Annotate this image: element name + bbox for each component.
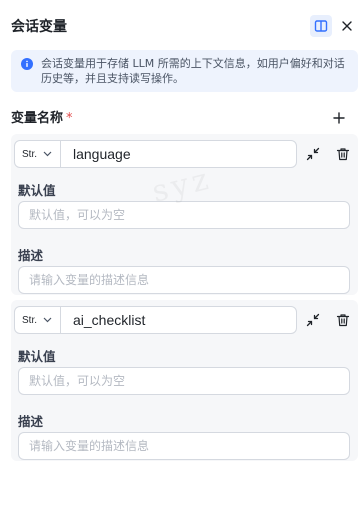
panel-header: 会话变量 <box>0 0 364 50</box>
type-select[interactable]: Str. <box>15 307 61 333</box>
plus-icon <box>333 112 345 124</box>
compress-icon <box>306 313 320 327</box>
panel-toggle-button[interactable] <box>310 15 332 37</box>
compress-icon <box>306 147 320 161</box>
close-icon <box>342 21 352 31</box>
variable-name-input[interactable] <box>61 307 296 333</box>
info-icon <box>21 58 33 70</box>
close-button[interactable] <box>336 15 358 37</box>
type-select-value: Str. <box>22 314 38 326</box>
trash-icon <box>336 148 350 161</box>
required-mark: * <box>66 111 73 126</box>
info-text: 会话变量用于存储 LLM 所需的上下文信息，如用户偏好和对话历史等，并且支持读写… <box>41 57 345 85</box>
delete-button[interactable] <box>333 310 353 330</box>
description-label: 描述 <box>18 414 44 429</box>
add-variable-button[interactable] <box>329 108 349 128</box>
default-value-label: 默认值 <box>18 349 56 364</box>
description-input[interactable] <box>18 266 350 294</box>
default-value-input[interactable] <box>18 367 350 395</box>
book-open-icon <box>314 20 328 32</box>
variable-name-label: 变量名称 * <box>11 107 73 126</box>
type-select-value: Str. <box>22 148 38 160</box>
variable-card: Str. 默认值 描述 <box>11 300 358 461</box>
variable-name-row: Str. <box>14 140 297 168</box>
default-value-label: 默认值 <box>18 183 56 198</box>
variable-card: Str. 默认值 描述 <box>11 134 358 295</box>
collapse-button[interactable] <box>303 144 323 164</box>
variable-name-label-text: 变量名称 <box>11 111 64 126</box>
chevron-down-icon <box>43 151 52 157</box>
chevron-down-icon <box>43 317 52 323</box>
trash-icon <box>336 314 350 327</box>
variable-name-row: Str. <box>14 306 297 334</box>
info-banner: 会话变量用于存储 LLM 所需的上下文信息，如用户偏好和对话历史等，并且支持读写… <box>11 50 358 92</box>
default-value-input[interactable] <box>18 201 350 229</box>
description-input[interactable] <box>18 432 350 460</box>
delete-button[interactable] <box>333 144 353 164</box>
type-select[interactable]: Str. <box>15 141 61 167</box>
description-label: 描述 <box>18 248 44 263</box>
panel-title: 会话变量 <box>11 19 67 35</box>
collapse-button[interactable] <box>303 310 323 330</box>
variable-name-input[interactable] <box>61 141 296 167</box>
